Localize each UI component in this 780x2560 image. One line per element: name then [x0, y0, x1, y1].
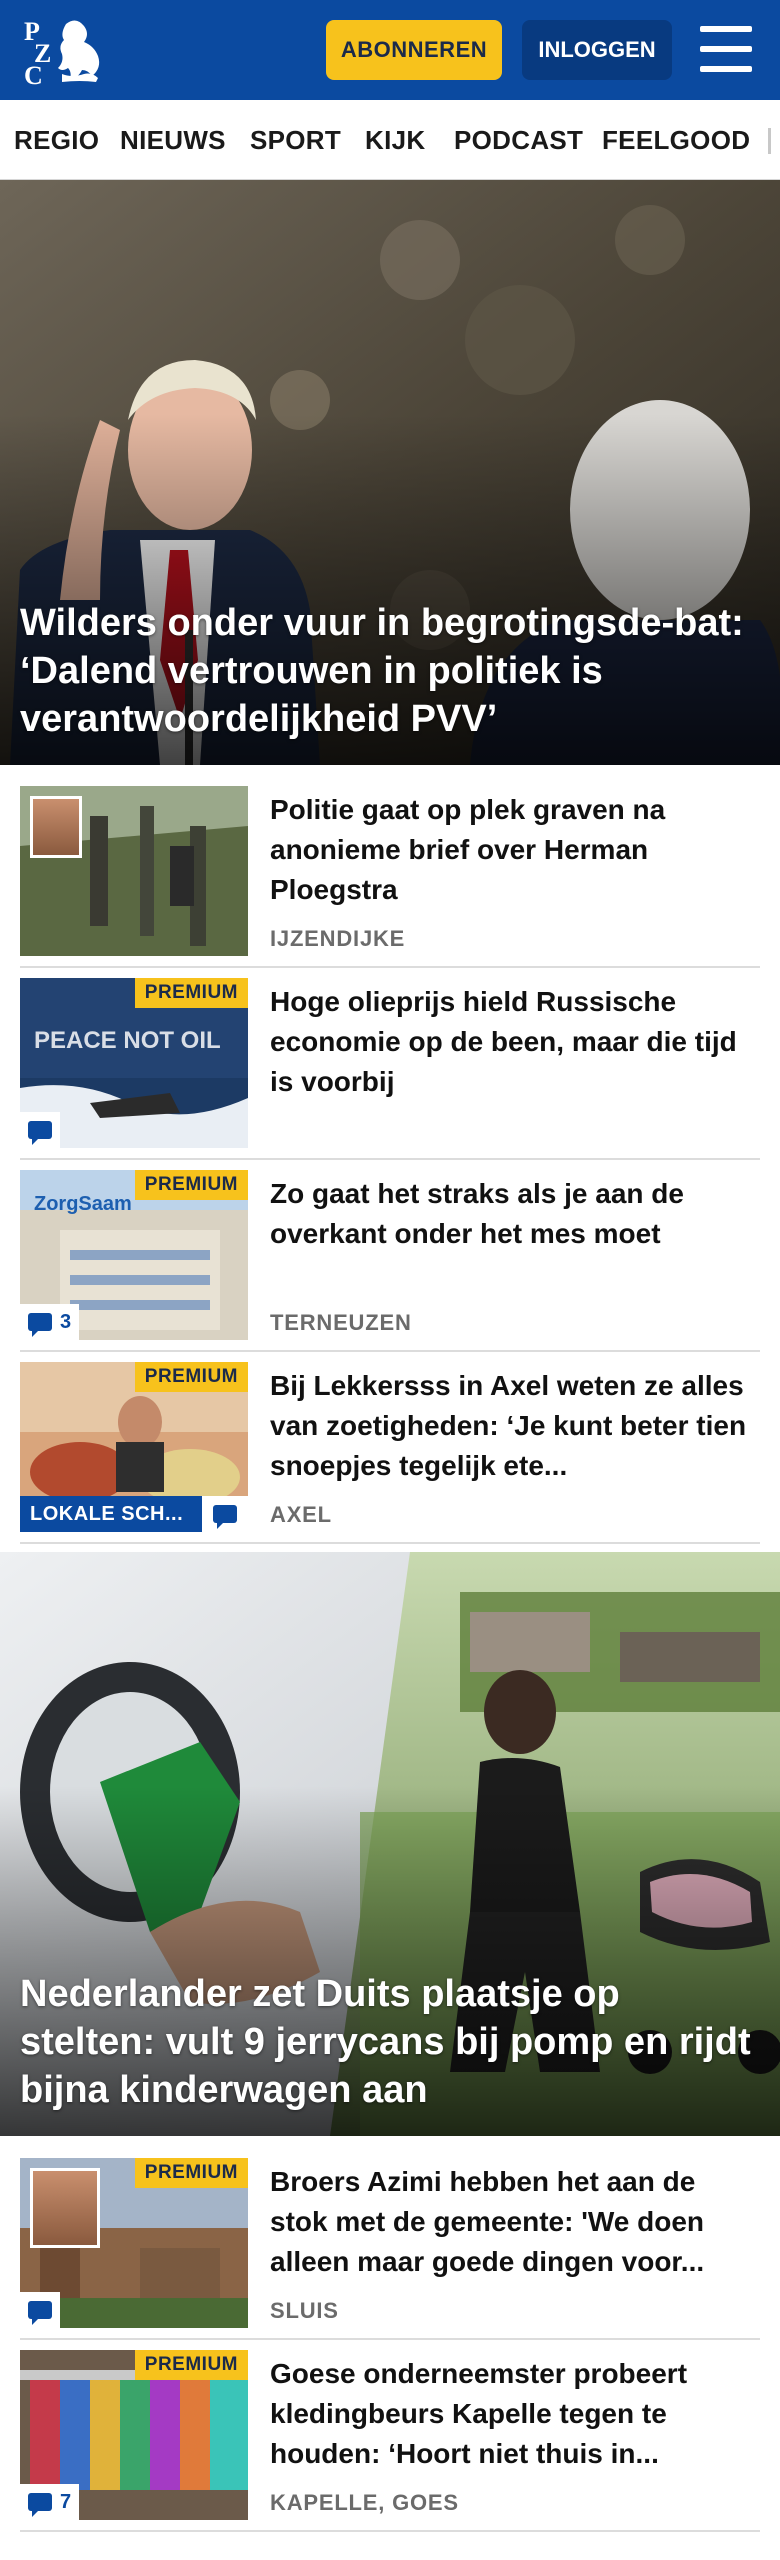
- article-location: AXEL: [270, 1502, 332, 1527]
- article-thumbnail[interactable]: PEACE NOT OIL PREMIUM: [20, 978, 248, 1148]
- list-item[interactable]: PREMIUM LOKALE SCH... Bij Lekkersss in A…: [20, 1354, 760, 1544]
- local-tag[interactable]: LOKALE SCH...: [20, 1496, 202, 1532]
- person-avatar: [30, 2168, 100, 2248]
- nav-item-podcast[interactable]: PODCAST: [454, 100, 583, 179]
- comment-icon: [28, 2493, 52, 2517]
- nav-item-regio[interactable]: REGIO: [14, 100, 99, 179]
- hero-article[interactable]: Nederlander zet Duits plaatsje op stelte…: [0, 1552, 780, 2136]
- list-item[interactable]: PREMIUM Broers Azimi hebben het aan de s…: [20, 2150, 760, 2340]
- list-item[interactable]: ZorgSaam PREMIUM 3 Zo gaat het straks al…: [20, 1162, 760, 1352]
- article-location: IJZENDIJKE: [270, 926, 406, 951]
- premium-badge: PREMIUM: [134, 1362, 248, 1392]
- nav-overflow-hint: [768, 128, 771, 154]
- menu-icon[interactable]: [700, 26, 752, 72]
- article-headline[interactable]: Bij Lekkersss in Axel weten ze alles van…: [270, 1366, 750, 1486]
- article-location: KAPELLE, GOES: [270, 2490, 459, 2515]
- svg-text:PEACE NOT OIL: PEACE NOT OIL: [34, 1027, 221, 1054]
- article-headline[interactable]: Goese onderneemster probeert kledingbeur…: [270, 2354, 750, 2474]
- premium-badge: PREMIUM: [134, 2158, 248, 2188]
- nav-item-nieuws[interactable]: NIEUWS: [120, 100, 226, 179]
- comments-badge[interactable]: 7: [20, 2484, 80, 2520]
- comments-badge[interactable]: [20, 1112, 60, 1148]
- comment-icon: [213, 1505, 237, 1529]
- section-nav: REGIO NIEUWS SPORT KIJK PODCAST FEELGOOD: [0, 100, 780, 180]
- comment-icon: [28, 1121, 52, 1145]
- article-location: SLUIS: [270, 2298, 339, 2323]
- article-headline[interactable]: Zo gaat het straks als je aan de overkan…: [270, 1174, 750, 1254]
- nav-item-sport[interactable]: SPORT: [250, 100, 341, 179]
- person-avatar: [30, 796, 82, 858]
- login-button[interactable]: INLOGGEN: [522, 20, 672, 80]
- article-thumbnail[interactable]: PREMIUM LOKALE SCH...: [20, 1362, 248, 1532]
- premium-badge: PREMIUM: [134, 1170, 248, 1200]
- article-headline[interactable]: Politie gaat op plek graven na anonieme …: [270, 790, 750, 910]
- hero-title[interactable]: Nederlander zet Duits plaatsje op stelte…: [20, 1970, 760, 2114]
- comments-badge[interactable]: 3: [20, 1304, 80, 1340]
- top-bar: P Z C ABONNEREN INLOGGEN: [0, 0, 780, 100]
- svg-text:C: C: [24, 61, 43, 86]
- comments-badge[interactable]: [202, 1496, 248, 1532]
- comment-count: 7: [60, 2490, 72, 2513]
- comment-icon: [28, 2301, 52, 2325]
- subscribe-button[interactable]: ABONNEREN: [326, 20, 502, 80]
- pzc-logo[interactable]: P Z C: [22, 14, 114, 90]
- hero-title[interactable]: Wilders onder vuur in begrotingsde-bat: …: [20, 599, 760, 743]
- article-thumbnail[interactable]: PREMIUM: [20, 2158, 248, 2328]
- comment-count: 3: [60, 1310, 72, 1333]
- svg-text:ZorgSaam: ZorgSaam: [34, 1193, 132, 1215]
- article-headline[interactable]: Hoge olieprijs hield Russische economie …: [270, 982, 750, 1102]
- hero-article[interactable]: Wilders onder vuur in begrotingsde-bat: …: [0, 180, 780, 765]
- list-item[interactable]: PREMIUM 7 Goese onderneemster probeert k…: [20, 2342, 760, 2532]
- article-location: TERNEUZEN: [270, 1310, 412, 1335]
- article-thumbnail[interactable]: ZorgSaam PREMIUM 3: [20, 1170, 248, 1340]
- list-item[interactable]: Politie gaat op plek graven na anonieme …: [20, 778, 760, 968]
- comment-icon: [28, 1313, 52, 1337]
- article-thumbnail[interactable]: [20, 786, 248, 956]
- article-headline[interactable]: Broers Azimi hebben het aan de stok met …: [270, 2162, 750, 2282]
- list-item[interactable]: PEACE NOT OIL PREMIUM Hoge olieprijs hie…: [20, 970, 760, 1160]
- nav-item-feelgood[interactable]: FEELGOOD: [602, 100, 750, 179]
- nav-item-kijk[interactable]: KIJK: [365, 100, 425, 179]
- comments-badge[interactable]: [20, 2292, 60, 2328]
- article-thumbnail[interactable]: PREMIUM 7: [20, 2350, 248, 2520]
- premium-badge: PREMIUM: [134, 2350, 248, 2380]
- premium-badge: PREMIUM: [134, 978, 248, 1008]
